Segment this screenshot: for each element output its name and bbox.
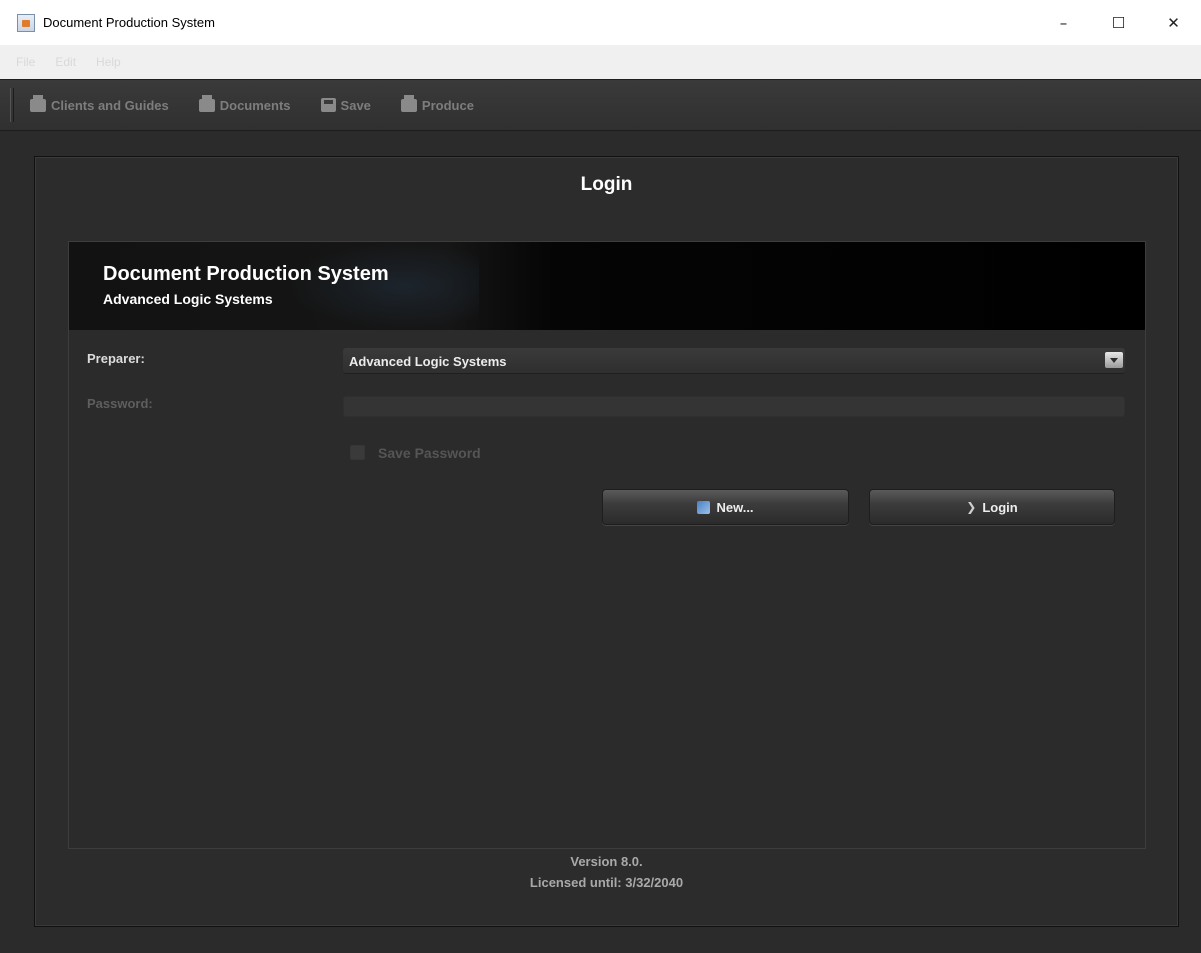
printer-icon (400, 94, 417, 112)
login-button[interactable]: ❯ Login (869, 489, 1115, 525)
preparer-select[interactable]: Advanced Logic Systems (343, 348, 1125, 374)
menu-file[interactable]: File (12, 55, 39, 69)
menu-edit[interactable]: Edit (51, 55, 80, 69)
save-label: Save (340, 97, 371, 113)
window-titlebar: Document Production System – ☐ ✕ (0, 0, 1201, 45)
produce-label: Produce (421, 97, 474, 113)
banner-background-image (289, 242, 479, 330)
window-title: Document Production System (43, 15, 215, 30)
password-label: Password: (87, 396, 153, 411)
login-panel: Login Document Production System Advance… (34, 156, 1179, 927)
menu-bar: File Edit Help (0, 45, 1201, 79)
save-button[interactable]: Save (320, 97, 371, 113)
produce-button[interactable]: Produce (400, 94, 474, 113)
login-form: Document Production System Advanced Logi… (68, 241, 1146, 849)
new-button[interactable]: New... (602, 489, 849, 525)
documents-button[interactable]: Documents (198, 94, 291, 113)
toolbar: Clients and Guides Documents Save Produc… (0, 79, 1201, 131)
banner-title: Document Production System (103, 263, 389, 285)
password-field[interactable] (343, 396, 1125, 417)
clients-and-guides-label: Clients and Guides (51, 97, 169, 113)
banner: Document Production System Advanced Logi… (69, 242, 1145, 330)
save-password-label: Save Password (378, 445, 481, 461)
clients-and-guides-button[interactable]: Clients and Guides (30, 94, 169, 113)
new-user-icon (697, 500, 711, 514)
banner-subtitle: Advanced Logic Systems (103, 291, 273, 307)
license-text: Licensed until: 3/32/2040 (529, 875, 684, 890)
java-app-icon (17, 13, 35, 32)
preparer-label: Preparer: (87, 351, 145, 366)
floppy-disk-icon (320, 98, 336, 112)
chevron-right-icon: ❯ (966, 500, 977, 514)
documents-label: Documents (219, 97, 291, 113)
login-button-label: Login (982, 499, 1018, 515)
close-button[interactable]: ✕ (1146, 0, 1201, 45)
printer-icon (198, 94, 215, 112)
new-button-label: New... (716, 499, 754, 515)
page-title: Login (580, 174, 633, 195)
maximize-button[interactable]: ☐ (1091, 0, 1146, 45)
window-controls: – ☐ ✕ (1036, 0, 1201, 45)
save-password-checkbox[interactable] (350, 445, 365, 460)
printer-icon (30, 94, 46, 112)
version-text: Version 8.0. (570, 854, 643, 869)
toolbar-grip-handle[interactable] (10, 88, 14, 122)
menu-help[interactable]: Help (92, 55, 125, 69)
dropdown-arrow-icon[interactable] (1105, 352, 1123, 368)
preparer-selected-value: Advanced Logic Systems (349, 354, 507, 369)
minimize-button[interactable]: – (1036, 0, 1091, 45)
